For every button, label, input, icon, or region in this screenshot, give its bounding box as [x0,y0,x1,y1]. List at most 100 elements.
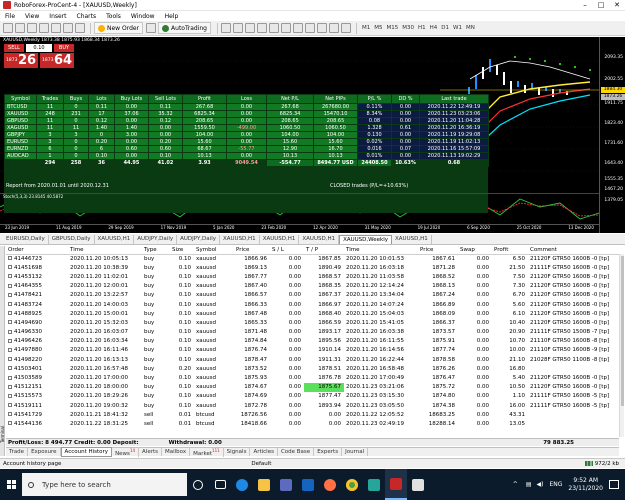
bid-price-button[interactable]: 1873 26 [4,53,38,68]
line-chart-icon[interactable] [245,23,255,33]
metaeditor-icon[interactable] [146,23,157,33]
history-col-header[interactable]: Size [170,246,194,255]
maximize-button[interactable]: □ [593,1,609,9]
tab-market[interactable]: Market111 [190,446,224,458]
table-row[interactable]: 41498220 2020.11.20 16:13:13 buy 0.10 xauusd… [6,355,619,364]
tab-exposure[interactable]: Exposure [28,448,61,456]
tab-experts[interactable]: Experts [314,448,343,456]
history-col-header[interactable]: Symbol [194,246,234,255]
table-row[interactable]: 41488925 2020.11.20 15:00:01 buy 0.10 xauusd… [6,309,619,318]
chart-tab[interactable]: XAUUSD,H1 [95,235,135,244]
table-row[interactable]: 41453132 2020.11.20 11:02:01 buy 0.10 xauusd… [6,272,619,281]
terminal-icon[interactable] [63,23,73,33]
chart-window[interactable]: XAUUSD,Weekly 1873.38 1875.93 1868.34 18… [0,37,625,233]
tf-m1[interactable]: M1 [360,25,372,31]
taskbar-search[interactable]: Type here to search [22,473,187,496]
menu-window[interactable]: Window [126,13,160,20]
menu-charts[interactable]: Charts [72,13,102,20]
table-row[interactable]: 41544136 2020.11.22 18:31:25 sell 0.01 btcus… [6,419,619,428]
data-window-icon[interactable] [39,23,49,33]
table-row[interactable]: 41483724 2020.11.20 14:00:03 buy 0.10 xauusd… [6,300,619,309]
tf-d1[interactable]: D1 [439,25,451,31]
candlesticks-icon[interactable] [233,23,243,33]
new-order-button[interactable]: New Order [94,22,144,34]
table-row[interactable]: 41541729 2020.11.21 18:41:32 sell 0.01 btcus… [6,410,619,419]
table-row[interactable]: 41451698 2020.11.20 10:38:39 buy 0.10 xauusd… [6,263,619,272]
sell-button[interactable]: SELL [4,44,24,52]
autotrading-button[interactable]: AutoTrading [158,22,211,34]
history-col-header[interactable]: Swap [458,246,492,255]
market-watch-icon[interactable] [27,23,37,33]
table-row[interactable]: 41446723 2020.11.20 10:05:13 buy 0.10 xauusd… [6,254,619,263]
periods-icon[interactable] [329,23,339,33]
zoom-in-icon[interactable] [257,23,267,33]
menu-tools[interactable]: Tools [101,13,126,20]
tray-overflow-icon[interactable]: ^ [513,481,518,488]
history-scrollbar[interactable] [619,254,624,437]
history-col-header[interactable]: Time [344,246,418,255]
table-row[interactable]: 41512151 2020.11.20 18:00:00 buy 0.10 xauusd… [6,382,619,392]
history-col-header[interactable]: Comment [528,246,619,255]
mail-icon[interactable] [297,469,319,500]
table-row[interactable]: 41515573 2020.11.20 18:29:26 buy 0.10 xauusd… [6,392,619,401]
table-row[interactable]: 41494690 2020.11.20 15:32:03 buy 0.10 xauusd… [6,318,619,327]
menu-file[interactable]: File [0,13,20,20]
close-button[interactable]: ✕ [609,1,625,9]
start-button[interactable] [0,469,22,500]
navigator-icon[interactable] [51,23,61,33]
chart-tab[interactable]: EURUSD,Daily [3,235,49,244]
ask-price-button[interactable]: 1873 64 [40,53,74,68]
minimize-button[interactable]: – [577,1,593,9]
notepad-icon[interactable] [407,469,429,500]
tab-signals[interactable]: Signals [224,448,251,456]
table-row[interactable]: 41497880 2020.11.20 16:11:46 buy 0.10 xauusd… [6,346,619,355]
lot-size-input[interactable]: 0.10 [26,44,52,52]
volume-icon[interactable]: ◀) [537,481,544,488]
cortana-icon[interactable] [187,469,209,500]
new-chart-icon[interactable] [3,23,13,33]
tab-journal[interactable]: Journal [342,448,369,456]
terminal-side-bar[interactable]: Terminal [0,246,5,456]
tile-windows-icon[interactable] [281,23,291,33]
history-col-header[interactable]: Profit [492,246,528,255]
edge-icon[interactable] [231,469,253,500]
menu-view[interactable]: View [20,13,44,20]
history-col-header[interactable]: Type [142,246,170,255]
table-row[interactable]: 41464355 2020.11.20 12:00:01 buy 0.10 xauusd… [6,282,619,291]
language-indicator[interactable]: ENG [549,481,562,488]
network-icon[interactable]: ▤ [526,481,532,488]
tf-h1[interactable]: H1 [416,25,428,31]
tf-w1[interactable]: W1 [451,25,464,31]
chart-shift-icon[interactable] [305,23,315,33]
history-col-header[interactable]: T / P [304,246,344,255]
file-explorer-icon[interactable] [253,469,275,500]
chart-tab[interactable]: GBPUSD,Daily [49,235,95,244]
tf-h4[interactable]: H4 [428,25,440,31]
taskbar-clock[interactable]: 9:52 AM 23/11/2020 [568,477,603,493]
chart-tab-active[interactable]: XAUUSD,Weekly [339,235,393,244]
table-row[interactable]: 41496426 2020.11.20 16:03:34 buy 0.10 xauusd… [6,337,619,346]
tf-m30[interactable]: M30 [400,25,416,31]
indicators-icon[interactable] [317,23,327,33]
zoom-out-icon[interactable] [269,23,279,33]
firefox-icon[interactable] [319,469,341,500]
metatrader-taskbar-icon[interactable] [385,469,407,500]
table-row[interactable]: 41503401 2020.11.20 16:57:48 buy 0.20 xauusd… [6,364,619,373]
store-icon[interactable] [275,469,297,500]
chart-tab[interactable]: XAUUSD,H1 [299,235,340,244]
tf-mn[interactable]: MN [464,25,477,31]
table-row[interactable]: 41496330 2020.11.20 16:03:07 buy 0.10 xauusd… [6,328,619,337]
table-row[interactable]: 41503589 2020.11.20 17:00:00 buy 0.10 xauusd… [6,373,619,382]
strategy-tester-icon[interactable] [75,23,85,33]
tf-m15[interactable]: M15 [385,25,401,31]
profiles-icon[interactable] [15,23,25,33]
tf-m5[interactable]: M5 [372,25,384,31]
history-col-header[interactable]: Price [234,246,270,255]
table-row[interactable]: 41519111 2020.11.20 19:00:32 buy 0.10 xauusd… [6,401,619,410]
photos-icon[interactable] [363,469,385,500]
tab-trade[interactable]: Trade [6,448,29,456]
tab-account-history[interactable]: Account History [60,447,113,457]
menu-help[interactable]: Help [160,13,184,20]
tab-news[interactable]: News14 [112,446,140,458]
history-col-header[interactable]: Time [68,246,142,255]
